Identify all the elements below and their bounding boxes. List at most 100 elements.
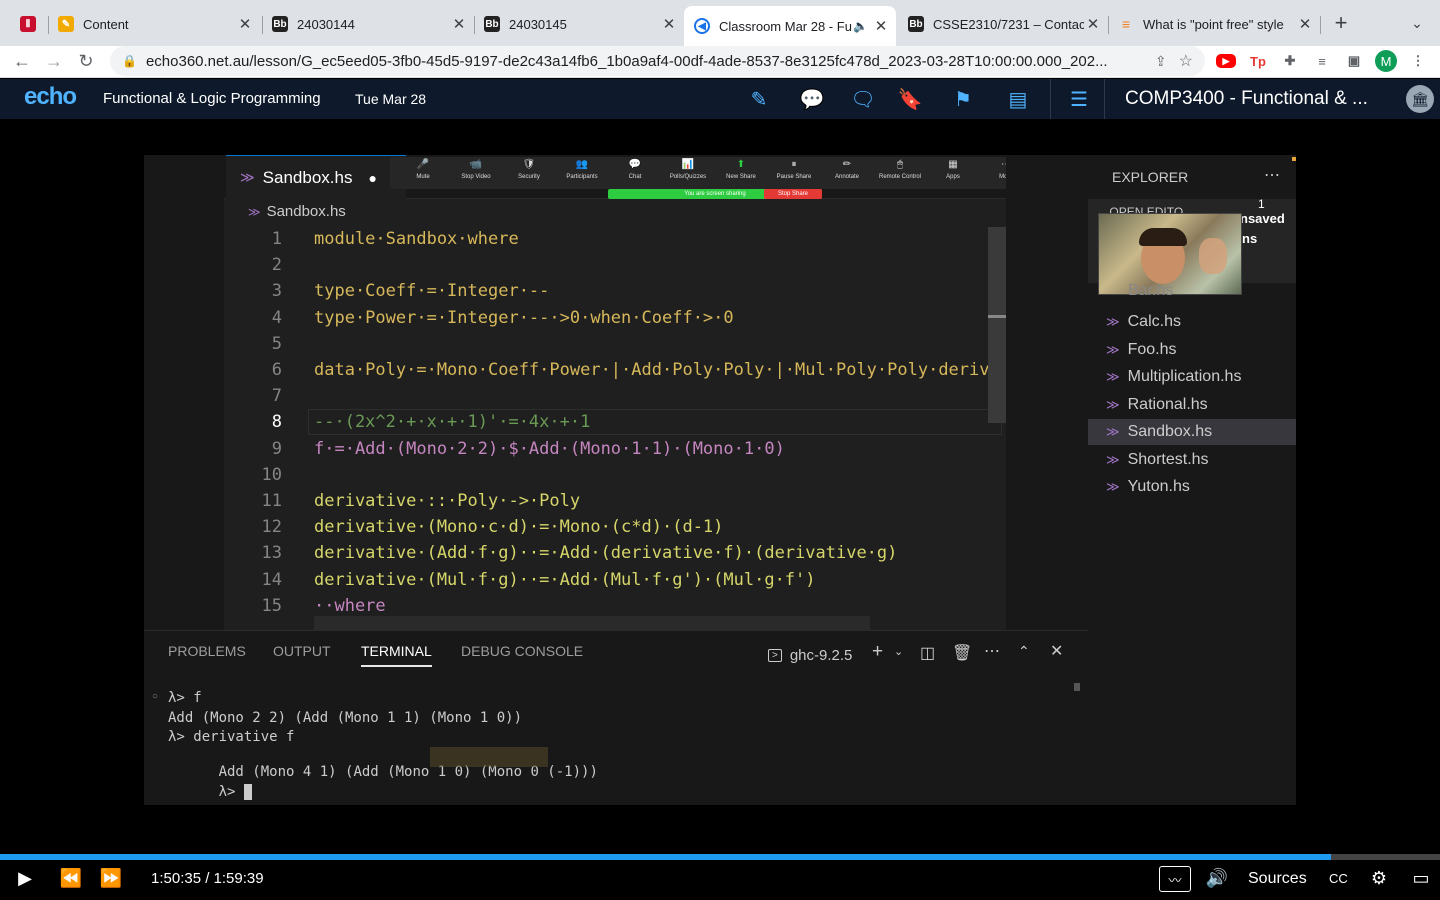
play-icon[interactable]: ▶ — [14, 866, 36, 890]
chevron-down-icon[interactable]: ⌄ — [894, 645, 903, 658]
tp-extension-icon[interactable]: Tp — [1248, 51, 1268, 71]
file-item[interactable]: ≫ Sandbox.hs — [1088, 419, 1296, 445]
outline-list-icon[interactable]: ☰ — [1066, 87, 1092, 111]
code-line[interactable]: 1 module·Sandbox·where — [224, 226, 1006, 252]
ask-question-icon[interactable]: 🗨 — [850, 87, 876, 111]
file-item[interactable]: ≫ Shortest.hs — [1088, 447, 1296, 473]
tab-24030145[interactable]: Bb 24030145 ✕ — [474, 8, 684, 40]
file-item[interactable]: ≫ Yuton.hs — [1088, 474, 1296, 500]
code-line[interactable]: 12 derivative·(Mono·c·d)·=·Mono·(c*d)·(d-… — [224, 514, 1006, 540]
zoom-control-remote-control[interactable]: 🖱 Remote Control — [875, 159, 925, 182]
zoom-control-annotate[interactable]: ✏ Annotate — [822, 159, 872, 182]
institution-icon[interactable]: 🏛 — [1406, 85, 1434, 113]
transcript-icon[interactable]: ▤ — [1005, 87, 1031, 111]
panel-tab-terminal[interactable]: TERMINAL — [361, 643, 432, 667]
close-tab-icon[interactable]: ✕ — [660, 15, 678, 33]
close-tab-icon[interactable]: ✕ — [1296, 15, 1314, 33]
trash-icon[interactable]: 🗑 — [952, 643, 972, 663]
captions-button[interactable]: CC — [1329, 871, 1348, 886]
more-actions-icon[interactable]: ⋯ — [984, 641, 1000, 661]
bookmark-icon[interactable]: 🔖 — [897, 87, 923, 111]
explorer-more-icon[interactable]: ⋯ — [1264, 165, 1280, 185]
tab-content[interactable]: ✎ Content ✕ — [48, 8, 260, 40]
editor-tab-sandbox[interactable]: ≫ Sandbox.hs ● — [226, 155, 406, 199]
code-line[interactable]: 5 — [224, 331, 1006, 357]
code-line[interactable]: 7 — [224, 383, 1006, 409]
settings-gear-icon[interactable]: ⚙ — [1366, 866, 1392, 890]
code-line[interactable]: 11 derivative·::·Poly·->·Poly — [224, 488, 1006, 514]
volume-icon[interactable]: 🔊 — [1204, 866, 1230, 890]
code-line[interactable]: 4 type·Power·=·Integer·--·>0·when·Coeff·>… — [224, 305, 1006, 331]
tab-point-free[interactable]: ≡ What is "point free" style ✕ — [1108, 8, 1320, 40]
code-line[interactable]: 13 derivative·(Add·f·g)··=·Add·(derivativ… — [224, 540, 1006, 566]
zoom-control-apps[interactable]: ▦ Apps — [928, 159, 978, 182]
zoom-control-new-share[interactable]: ⬆ New Share — [716, 159, 766, 182]
zoom-control-participants[interactable]: 👥 Participants — [557, 159, 607, 182]
speaker-icon[interactable]: 🔈 — [853, 19, 868, 33]
zoom-control-stop-video[interactable]: 📹 Stop Video — [451, 159, 501, 182]
fast-forward-icon[interactable]: ⏩ — [98, 866, 124, 890]
share-icon[interactable]: ⇪ — [1155, 53, 1167, 70]
zoom-control-pause-share[interactable]: ⏸ Pause Share — [769, 159, 819, 182]
close-tab-icon[interactable]: ✕ — [872, 17, 890, 35]
terminal-scrollbar[interactable] — [1074, 683, 1080, 691]
terminal-shell-selector[interactable]: > ghc-9.2.5 — [768, 643, 852, 667]
sources-button[interactable]: Sources — [1248, 870, 1307, 888]
stop-share-button[interactable]: Stop Share — [764, 189, 822, 199]
extensions-icon[interactable]: ✚ — [1280, 51, 1300, 71]
zoom-control-security[interactable]: 🛡 Security — [504, 159, 554, 182]
code-line[interactable]: 6 data·Poly·=·Mono·Coeff·Power·|·Add·Poly… — [224, 357, 1006, 383]
echo-logo[interactable]: echo — [24, 83, 77, 111]
panel-tab-debug-console[interactable]: DEBUG CONSOLE — [461, 643, 583, 665]
code-line[interactable]: 15 ··where — [224, 593, 1006, 619]
close-tab-icon[interactable]: ✕ — [450, 15, 468, 33]
layout-icon[interactable]: ▭ — [1408, 866, 1434, 890]
terminal-prompt[interactable]: λ> — [168, 768, 252, 816]
code-line[interactable]: 2 — [224, 252, 1006, 278]
url-field[interactable]: 🔒 echo360.net.au/lesson/G_ec5eed05-3fb0-… — [110, 46, 1205, 76]
rewind-icon[interactable]: ⏪ — [58, 866, 84, 890]
youtube-icon[interactable]: ▶ — [1216, 54, 1236, 68]
zoom-control-chat[interactable]: 💬 Chat — [610, 159, 660, 182]
activity-monitor-icon[interactable]: 〰 — [1159, 866, 1191, 892]
new-terminal-icon[interactable]: + — [872, 641, 883, 663]
profile-avatar[interactable]: M — [1375, 50, 1397, 72]
tab-search-icon[interactable]: ⌄ — [1406, 12, 1428, 34]
close-tab-icon[interactable]: ✕ — [236, 15, 254, 33]
close-tab-icon[interactable]: ✕ — [1084, 15, 1102, 33]
media-icon[interactable]: ≡ — [1312, 51, 1332, 71]
new-tab-button[interactable]: + — [1328, 10, 1354, 36]
zoom-control-mute[interactable]: 🎤 Mute — [398, 159, 448, 182]
code-line[interactable]: 3 type·Coeff·=·Integer·-- — [224, 278, 1006, 304]
progress-track[interactable] — [0, 854, 1440, 860]
tab-csse2310[interactable]: Bb CSSE2310/7231 – Contac ✕ — [898, 8, 1108, 40]
bookmark-star-icon[interactable]: ☆ — [1179, 51, 1193, 71]
notes-icon[interactable]: ✎ — [746, 87, 772, 111]
panel-tab-problems[interactable]: PROBLEMS — [168, 643, 246, 665]
file-item-partial[interactable]: Bar.hs — [1088, 283, 1296, 299]
tab-24030144[interactable]: Bb 24030144 ✕ — [262, 8, 474, 40]
video-stage[interactable]: ≫ Sandbox.hs ● 🎤 Mute 📹 Stop Video 🛡 Security… — [144, 155, 1296, 805]
file-item[interactable]: ≫ Foo.hs — [1088, 337, 1296, 363]
panel-tab-output[interactable]: OUTPUT — [273, 643, 331, 665]
file-item[interactable]: ≫ Rational.hs — [1088, 392, 1296, 418]
close-panel-icon[interactable]: ✕ — [1050, 641, 1063, 661]
menu-kebab-icon[interactable]: ⋮ — [1408, 51, 1428, 71]
editor-scrollbar[interactable] — [988, 227, 1006, 423]
flag-icon[interactable]: ⚑ — [950, 87, 976, 111]
pinned-tab[interactable]: ⦀ — [10, 8, 50, 40]
code-line[interactable]: 9 f·=·Add·(Mono·2·2)·$·Add·(Mono·1·1)·(Mo… — [224, 436, 1006, 462]
split-terminal-icon[interactable]: ◫ — [920, 643, 935, 663]
tab-classroom[interactable]: ◀ Classroom Mar 28 - Fu 🔈 ✕ — [684, 6, 896, 46]
zoom-control-polls-quizzes[interactable]: 📊 Polls/Quizzes — [663, 159, 713, 182]
back-icon[interactable]: ← — [8, 46, 36, 76]
unsaved-dot-icon[interactable]: ● — [368, 170, 376, 186]
side-panel-icon[interactable]: ▣ — [1344, 51, 1364, 71]
discussion-icon[interactable]: 💬 — [799, 87, 825, 111]
code-line[interactable]: 10 — [224, 462, 1006, 488]
maximize-panel-icon[interactable]: ⌃ — [1018, 643, 1030, 660]
reload-icon[interactable]: ↻ — [72, 46, 100, 76]
forward-icon[interactable]: → — [40, 46, 68, 76]
file-item[interactable]: ≫ Calc.hs — [1088, 309, 1296, 335]
code-line[interactable]: 14 derivative·(Mul·f·g)··=·Add·(Mul·f·g')… — [224, 567, 1006, 593]
